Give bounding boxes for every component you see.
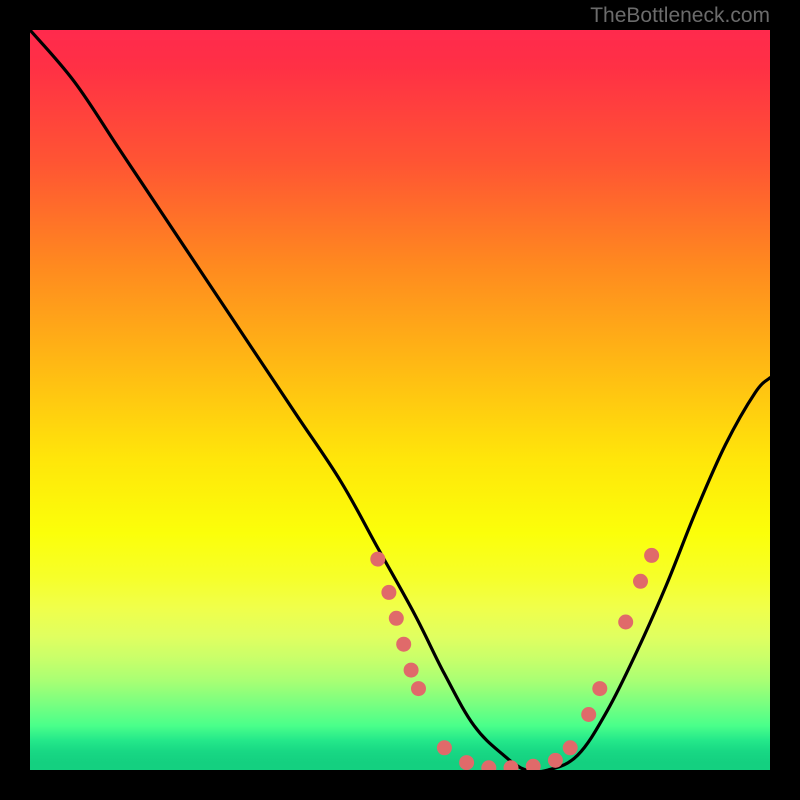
data-point [526, 759, 541, 770]
data-point [404, 663, 419, 678]
data-point [411, 681, 426, 696]
data-point [396, 637, 411, 652]
data-point [548, 753, 563, 768]
data-point [381, 585, 396, 600]
data-point [459, 755, 474, 770]
data-point [633, 574, 648, 589]
data-point [592, 681, 607, 696]
data-point [563, 740, 578, 755]
data-point [581, 707, 596, 722]
data-point [504, 760, 519, 770]
bottleneck-curve [30, 30, 770, 770]
data-point [618, 615, 633, 630]
data-point [389, 611, 404, 626]
chart-frame: TheBottleneck.com [0, 0, 800, 800]
data-point [644, 548, 659, 563]
plot-area [30, 30, 770, 770]
data-points [370, 548, 659, 770]
curve-path [30, 30, 770, 770]
data-point [481, 760, 496, 770]
data-point [370, 552, 385, 567]
data-point [437, 740, 452, 755]
curve-layer [30, 30, 770, 770]
watermark-text: TheBottleneck.com [590, 4, 770, 28]
